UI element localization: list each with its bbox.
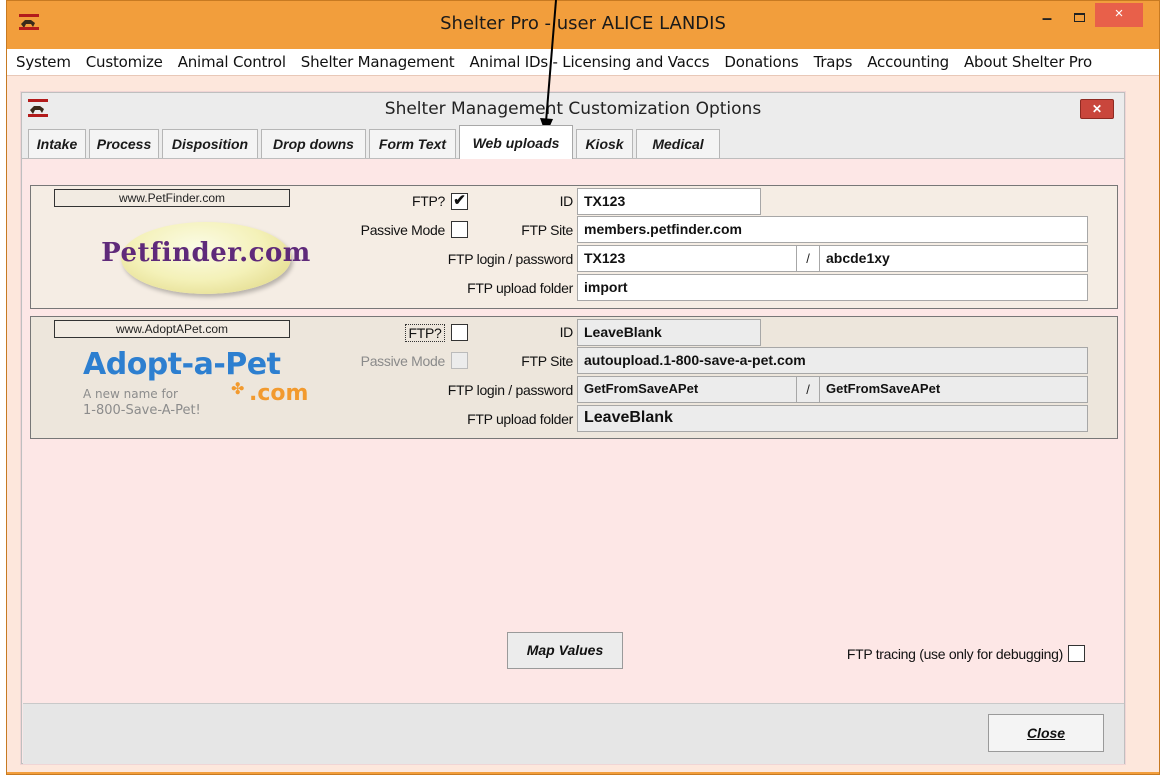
adoptapet-ftp-checkbox[interactable] (451, 324, 468, 341)
petfinder-passive-checkbox[interactable] (451, 221, 468, 238)
adoptapet-passive-label: Passive Mode (360, 353, 446, 369)
maximize-button[interactable] (1065, 9, 1093, 29)
map-values-button[interactable]: Map Values (507, 632, 623, 669)
adoptapet-logo: Adopt-a-Pet A new name for ✤ .com 1-800-… (53, 345, 313, 435)
window-title: Shelter Pro - user ALICE LANDIS (440, 13, 726, 34)
adoptapet-logo-com: .com (249, 381, 309, 406)
adoptapet-separator: / (797, 376, 819, 403)
maximize-icon (1074, 13, 1085, 22)
menu-donations[interactable]: Donations (715, 53, 804, 71)
minimize-button[interactable]: – (1033, 9, 1061, 31)
dialog-footer: Close (23, 703, 1124, 764)
tab-disposition[interactable]: Disposition (162, 129, 258, 158)
adoptapet-logo-phone: 1-800-Save-A-Pet! (83, 403, 201, 418)
adoptapet-folder-label: FTP upload folder (467, 411, 573, 427)
title-bar[interactable]: Shelter Pro - user ALICE LANDIS – × (7, 1, 1159, 49)
web-uploads-panel: www.PetFinder.com Petfinder.com FTP? ✔ I… (23, 159, 1124, 703)
adoptapet-link[interactable]: www.AdoptAPet.com (54, 320, 290, 338)
adoptapet-passive-checkbox[interactable] (451, 352, 468, 369)
tab-form-text[interactable]: Form Text (369, 129, 456, 158)
tab-medical[interactable]: Medical (636, 129, 720, 158)
petfinder-folder-field[interactable]: import (577, 274, 1088, 301)
tab-drop-downs[interactable]: Drop downs (261, 129, 366, 158)
petfinder-site-label: FTP Site (521, 222, 573, 238)
petfinder-passive-label: Passive Mode (360, 222, 446, 238)
adoptapet-logo-title: Adopt-a-Pet (83, 347, 281, 382)
menu-accounting[interactable]: Accounting (858, 53, 955, 71)
tab-web-uploads[interactable]: Web uploads (459, 125, 573, 159)
dialog-title-bar[interactable]: Shelter Management Customization Options… (22, 93, 1124, 127)
petfinder-login-field[interactable]: TX123 (577, 245, 797, 272)
petfinder-id-label: ID (559, 193, 574, 209)
menu-traps[interactable]: Traps (805, 53, 859, 71)
adoptapet-logo-sub: A new name for (83, 387, 178, 401)
client-area: Shelter Management Customization Options… (7, 75, 1159, 772)
adoptapet-site-label: FTP Site (521, 353, 573, 369)
adoptapet-site-field[interactable]: autoupload.1-800-save-a-pet.com (577, 347, 1088, 374)
adoptapet-ftp-label: FTP? (405, 324, 445, 342)
adoptapet-id-field[interactable]: LeaveBlank (577, 319, 761, 346)
petfinder-separator: / (797, 245, 819, 272)
adoptapet-id-label: ID (559, 324, 574, 340)
menu-animal-ids[interactable]: Animal IDs - Licensing and Vaccs (460, 53, 715, 71)
menu-system[interactable]: System (7, 53, 77, 71)
petfinder-ftp-label: FTP? (411, 193, 445, 209)
menu-customize[interactable]: Customize (77, 53, 169, 71)
menu-about[interactable]: About Shelter Pro (955, 53, 1098, 71)
tab-kiosk[interactable]: Kiosk (576, 129, 633, 158)
ftp-tracing-label: FTP tracing (use only for debugging) (846, 646, 1063, 662)
petfinder-group: www.PetFinder.com Petfinder.com FTP? ✔ I… (30, 185, 1118, 309)
adoptapet-login-label: FTP login / password (447, 382, 574, 398)
petfinder-site-field[interactable]: members.petfinder.com (577, 216, 1088, 243)
petfinder-login-label: FTP login / password (447, 251, 574, 267)
petfinder-folder-label: FTP upload folder (467, 280, 573, 296)
petfinder-password-field[interactable]: abcde1xy (819, 245, 1088, 272)
customization-dialog: Shelter Management Customization Options… (21, 92, 1125, 764)
dialog-title: Shelter Management Customization Options (384, 99, 762, 119)
petfinder-id-field[interactable]: TX123 (577, 188, 761, 215)
ftp-tracing-checkbox[interactable] (1068, 645, 1085, 662)
adoptapet-password-field[interactable]: GetFromSaveAPet (819, 376, 1088, 403)
menu-shelter-management[interactable]: Shelter Management (292, 53, 461, 71)
dialog-close-button[interactable]: ✕ (1080, 99, 1114, 119)
petfinder-ftp-checkbox[interactable]: ✔ (451, 193, 468, 210)
paw-icon: ✤ (231, 381, 245, 398)
close-window-button[interactable]: × (1095, 3, 1143, 27)
close-button[interactable]: Close (988, 714, 1104, 752)
adoptapet-group: www.AdoptAPet.com Adopt-a-Pet A new name… (30, 316, 1118, 439)
tab-process[interactable]: Process (89, 129, 159, 158)
petfinder-link[interactable]: www.PetFinder.com (54, 189, 290, 207)
adoptapet-login-field[interactable]: GetFromSaveAPet (577, 376, 797, 403)
adoptapet-folder-field[interactable]: LeaveBlank (577, 405, 1088, 432)
menu-animal-control[interactable]: Animal Control (169, 53, 292, 71)
petfinder-logo-text: Petfinder.com (101, 238, 311, 268)
tab-intake[interactable]: Intake (28, 129, 86, 158)
petfinder-logo: Petfinder.com (91, 216, 321, 296)
menu-bar: System Customize Animal Control Shelter … (7, 49, 1159, 75)
